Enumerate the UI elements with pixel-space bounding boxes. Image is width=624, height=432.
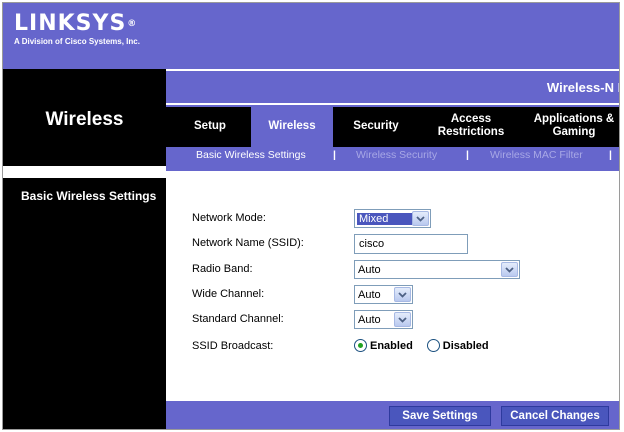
subtab-basic-wireless-settings[interactable]: Basic Wireless Settings xyxy=(196,149,306,161)
ssid-broadcast-label: SSID Broadcast: xyxy=(192,340,274,352)
radio-band-row: Radio Band: Auto xyxy=(192,260,612,280)
tab-wireless[interactable]: Wireless xyxy=(251,105,333,147)
settings-form: Network Mode: Mixed Network Name (SSID):… xyxy=(166,165,619,401)
subtab-separator: | xyxy=(609,149,612,161)
subtab-wireless-mac-filter[interactable]: Wireless MAC Filter xyxy=(490,149,583,161)
tab-setup[interactable]: Setup xyxy=(180,105,240,147)
chevron-down-icon[interactable] xyxy=(394,312,411,327)
subtab-separator: | xyxy=(333,149,336,161)
radio-button-icon[interactable] xyxy=(354,339,367,352)
ssid-broadcast-row: SSID Broadcast: Enabled Disabled xyxy=(192,337,612,357)
chevron-down-icon[interactable] xyxy=(394,287,411,302)
network-mode-label: Network Mode: xyxy=(192,212,266,224)
radio-button-icon[interactable] xyxy=(426,339,440,352)
main-tab-bar: Setup Wireless Security Access Restricti… xyxy=(166,105,619,147)
network-mode-row: Network Mode: Mixed xyxy=(192,209,612,229)
enabled-label: Enabled xyxy=(370,339,413,352)
wide-channel-row: Wide Channel: Auto xyxy=(192,285,612,305)
router-admin-page: LINKSYS® A Division of Cisco Systems, In… xyxy=(2,2,620,430)
tab-applications-gaming[interactable]: Applications & Gaming xyxy=(528,105,619,147)
ssid-label: Network Name (SSID): xyxy=(192,237,304,249)
cancel-changes-button[interactable]: Cancel Changes xyxy=(501,406,609,426)
top-banner: LINKSYS® A Division of Cisco Systems, In… xyxy=(3,3,619,69)
chevron-down-icon[interactable] xyxy=(501,262,518,277)
wide-channel-label: Wide Channel: xyxy=(192,288,265,300)
ssid-broadcast-disabled-option[interactable]: Disabled xyxy=(426,339,489,352)
ssid-input[interactable] xyxy=(354,234,468,254)
standard-channel-value: Auto xyxy=(358,313,381,326)
linksys-logo: LINKSYS® A Division of Cisco Systems, In… xyxy=(14,12,140,47)
ssid-broadcast-enabled-option[interactable]: Enabled xyxy=(354,339,413,352)
standard-channel-row: Standard Channel: Auto xyxy=(192,310,612,330)
left-sidebar: Wireless Basic Wireless Settings xyxy=(3,69,166,429)
radio-band-label: Radio Band: xyxy=(192,263,253,275)
ssid-row: Network Name (SSID): xyxy=(192,234,612,254)
product-name: Wireless-N B xyxy=(546,80,620,95)
radio-band-value: Auto xyxy=(358,263,381,276)
sidebar-divider xyxy=(3,166,166,178)
page-title: Wireless xyxy=(45,109,124,130)
chevron-down-icon[interactable] xyxy=(412,211,429,226)
wide-channel-value: Auto xyxy=(358,288,381,301)
network-mode-select[interactable]: Mixed xyxy=(354,209,431,228)
logo-subtitle: A Division of Cisco Systems, Inc. xyxy=(14,37,140,46)
disabled-label: Disabled xyxy=(442,339,489,352)
standard-channel-select[interactable]: Auto xyxy=(354,310,413,329)
product-bar: Wireless-N B xyxy=(166,69,620,105)
subtab-separator: | xyxy=(466,149,469,161)
wide-channel-select[interactable]: Auto xyxy=(354,285,413,304)
network-mode-value: Mixed xyxy=(357,212,412,225)
tab-access-restrictions[interactable]: Access Restrictions xyxy=(428,105,514,147)
logo-wordmark: LINKSYS® xyxy=(14,11,138,36)
ssid-broadcast-radio-group: Enabled Disabled xyxy=(354,339,503,352)
save-settings-button[interactable]: Save Settings xyxy=(389,406,491,426)
tab-security[interactable]: Security xyxy=(338,105,414,147)
radio-band-select[interactable]: Auto xyxy=(354,260,520,279)
subtab-wireless-security[interactable]: Wireless Security xyxy=(356,149,437,161)
section-title: Basic Wireless Settings xyxy=(21,189,157,203)
standard-channel-label: Standard Channel: xyxy=(192,313,284,325)
action-bar: Save Settings Cancel Changes xyxy=(166,401,619,429)
sub-tab-bar: Basic Wireless Settings | Wireless Secur… xyxy=(166,147,619,165)
